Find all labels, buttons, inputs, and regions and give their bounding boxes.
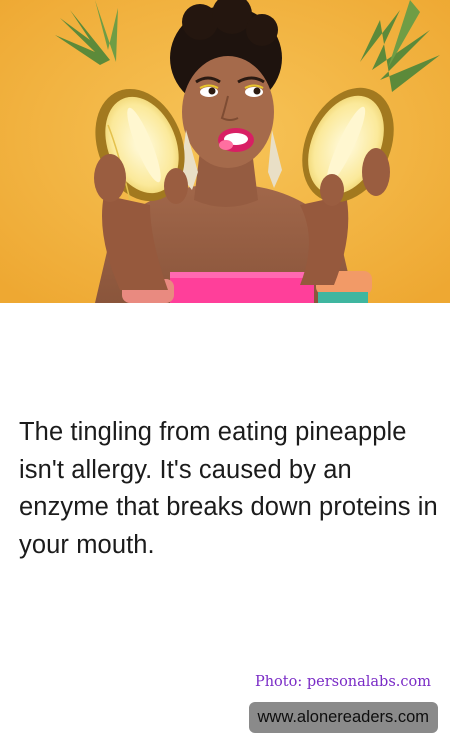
pineapple-woman-illustration [0, 0, 450, 303]
photo-credit: Photo: personalabs.com [254, 674, 431, 690]
hero-photo [0, 0, 450, 303]
site-watermark: www.alonereaders.com [248, 702, 438, 733]
fact-text: The tingling from eating pineapple isn't… [19, 418, 438, 559]
